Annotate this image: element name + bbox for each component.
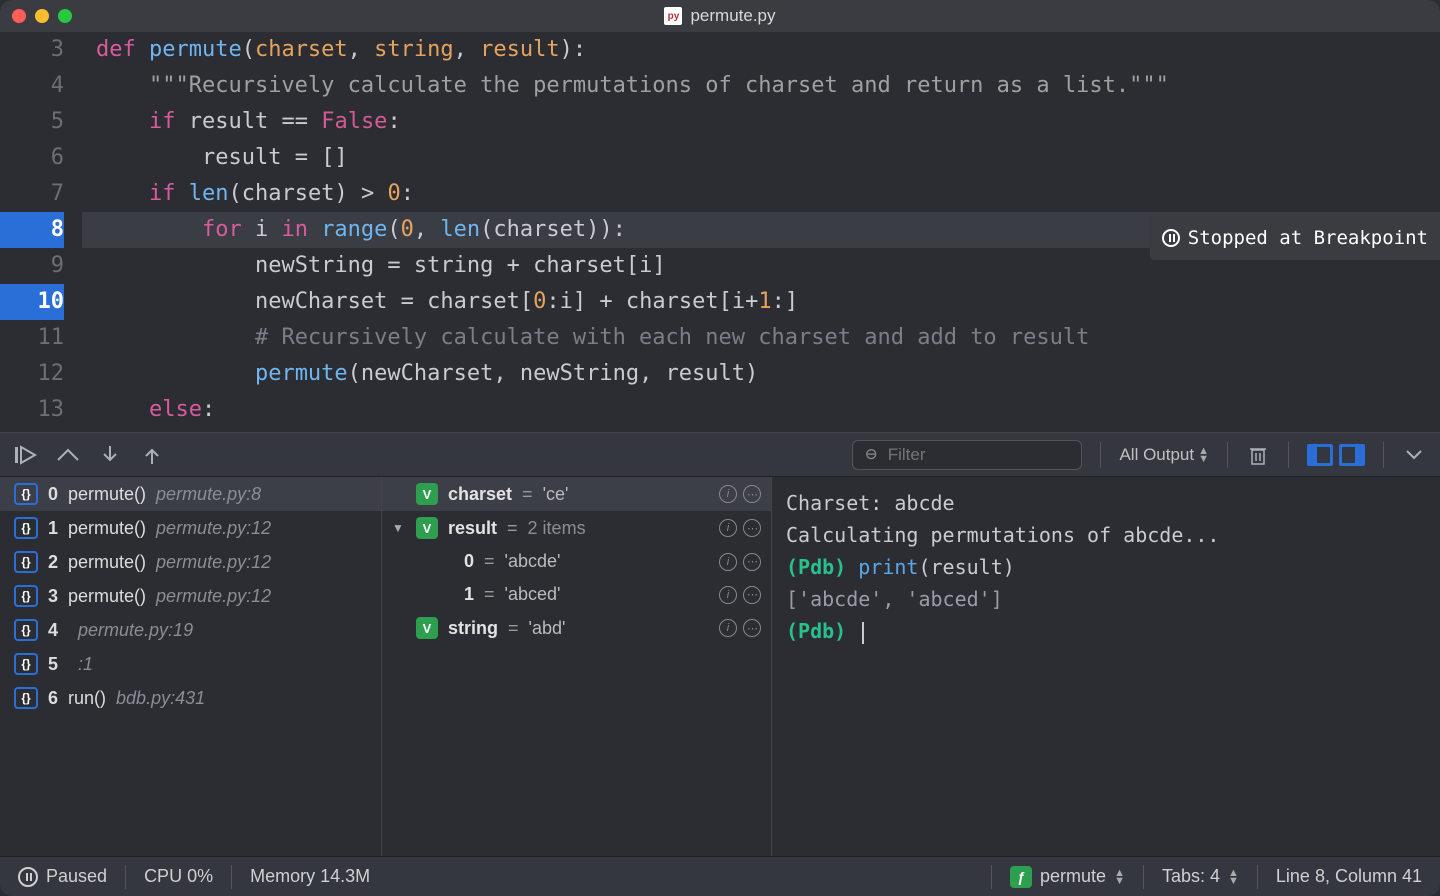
variable-row[interactable]: 1 = 'abced'i⋯	[382, 578, 771, 611]
frame-icon: {}	[14, 585, 38, 607]
frame-icon: {}	[14, 653, 38, 675]
memory-usage: Memory 14.3M	[232, 857, 388, 896]
console-pane[interactable]: Charset: abcde Calculating permutations …	[772, 477, 1440, 856]
callstack-frame[interactable]: {}2 permute() permute.py:12	[0, 545, 381, 579]
frame-icon: {}	[14, 517, 38, 539]
variable-icon: V	[416, 517, 438, 539]
tabs-select[interactable]: Tabs: 4 ▲▼	[1144, 857, 1257, 896]
pdb-prompt: (Pdb)	[786, 619, 858, 643]
callstack-frame[interactable]: {}0 permute() permute.py:8	[0, 477, 381, 511]
variable-icon: V	[416, 617, 438, 639]
info-icon[interactable]: i	[719, 586, 737, 604]
more-icon[interactable]: ⋯	[743, 619, 761, 637]
minimize-window-button[interactable]	[35, 9, 49, 23]
trash-button[interactable]	[1246, 443, 1270, 467]
frame-icon: {}	[14, 551, 38, 573]
zoom-window-button[interactable]	[58, 9, 72, 23]
debug-state: Paused	[46, 866, 107, 887]
frame-icon: {}	[14, 483, 38, 505]
info-icon[interactable]: i	[719, 519, 737, 537]
symbol-select[interactable]: ƒpermute▲▼	[992, 857, 1143, 896]
console-output: Charset: abcde	[786, 487, 1426, 519]
pause-icon	[18, 867, 38, 887]
breakpoint-status-badge: Stopped at Breakpoint	[1150, 216, 1440, 260]
step-over-button[interactable]	[56, 443, 80, 467]
continue-button[interactable]	[14, 443, 38, 467]
info-icon[interactable]: i	[719, 485, 737, 503]
layout-right-button[interactable]	[1339, 444, 1365, 466]
titlebar: py permute.py	[0, 0, 1440, 32]
function-icon: ƒ	[1010, 866, 1032, 888]
filter-input-wrapper[interactable]	[852, 440, 1082, 470]
window-title: permute.py	[690, 6, 775, 26]
python-file-icon: py	[664, 7, 682, 25]
step-into-button[interactable]	[98, 443, 122, 467]
variable-row[interactable]: Vcharset = 'ce'i⋯	[382, 477, 771, 511]
console-cursor	[862, 622, 864, 644]
variable-row[interactable]: 0 = 'abcde'i⋯	[382, 545, 771, 578]
output-filter-select[interactable]: All Output▲▼	[1119, 445, 1209, 465]
close-window-button[interactable]	[12, 9, 26, 23]
layout-left-button[interactable]	[1307, 444, 1333, 466]
debug-toolbar: All Output▲▼	[0, 433, 1440, 477]
console-result: ['abcde', 'abced']	[786, 583, 1426, 615]
frame-icon: {}	[14, 619, 38, 641]
more-icon[interactable]: ⋯	[743, 586, 761, 604]
more-icon[interactable]: ⋯	[743, 519, 761, 537]
step-out-button[interactable]	[140, 443, 164, 467]
frame-icon: {}	[14, 687, 38, 709]
callstack-frame[interactable]: {}5 :1	[0, 647, 381, 681]
disclosure-triangle-icon[interactable]: ▼	[392, 521, 406, 535]
callstack-frame[interactable]: {}3 permute() permute.py:12	[0, 579, 381, 613]
code-editor[interactable]: 3 4 5 6 7 8 9 10 11 12 13 def permute(ch…	[0, 32, 1440, 432]
gutter[interactable]: 3 4 5 6 7 8 9 10 11 12 13	[0, 32, 82, 432]
filter-icon	[865, 447, 879, 463]
variable-row[interactable]: ▼Vresult = 2 itemsi⋯	[382, 511, 771, 545]
callstack-frame[interactable]: {}6 run() bdb.py:431	[0, 681, 381, 715]
callstack-frame[interactable]: {}4 permute.py:19	[0, 613, 381, 647]
pause-icon	[1162, 229, 1180, 247]
variables-pane[interactable]: Vcharset = 'ce'i⋯▼Vresult = 2 itemsi⋯0 =…	[382, 477, 772, 856]
more-icon[interactable]: ⋯	[743, 485, 761, 503]
info-icon[interactable]: i	[719, 619, 737, 637]
pdb-prompt: (Pdb)	[786, 555, 858, 579]
callstack-frame[interactable]: {}1 permute() permute.py:12	[0, 511, 381, 545]
more-icon[interactable]: ⋯	[743, 553, 761, 571]
info-icon[interactable]: i	[719, 553, 737, 571]
variable-icon: V	[416, 483, 438, 505]
chevron-down-icon[interactable]	[1402, 443, 1426, 467]
console-output: Calculating permutations of abcde...	[786, 519, 1426, 551]
callstack-pane[interactable]: {}0 permute() permute.py:8{}1 permute() …	[0, 477, 382, 856]
statusbar: Paused CPU 0% Memory 14.3M ƒpermute▲▼ Ta…	[0, 856, 1440, 896]
cpu-usage: CPU 0%	[126, 857, 231, 896]
cursor-position[interactable]: Line 8, Column 41	[1258, 857, 1440, 896]
variable-row[interactable]: Vstring = 'abd'i⋯	[382, 611, 771, 645]
filter-input[interactable]	[888, 445, 1070, 465]
